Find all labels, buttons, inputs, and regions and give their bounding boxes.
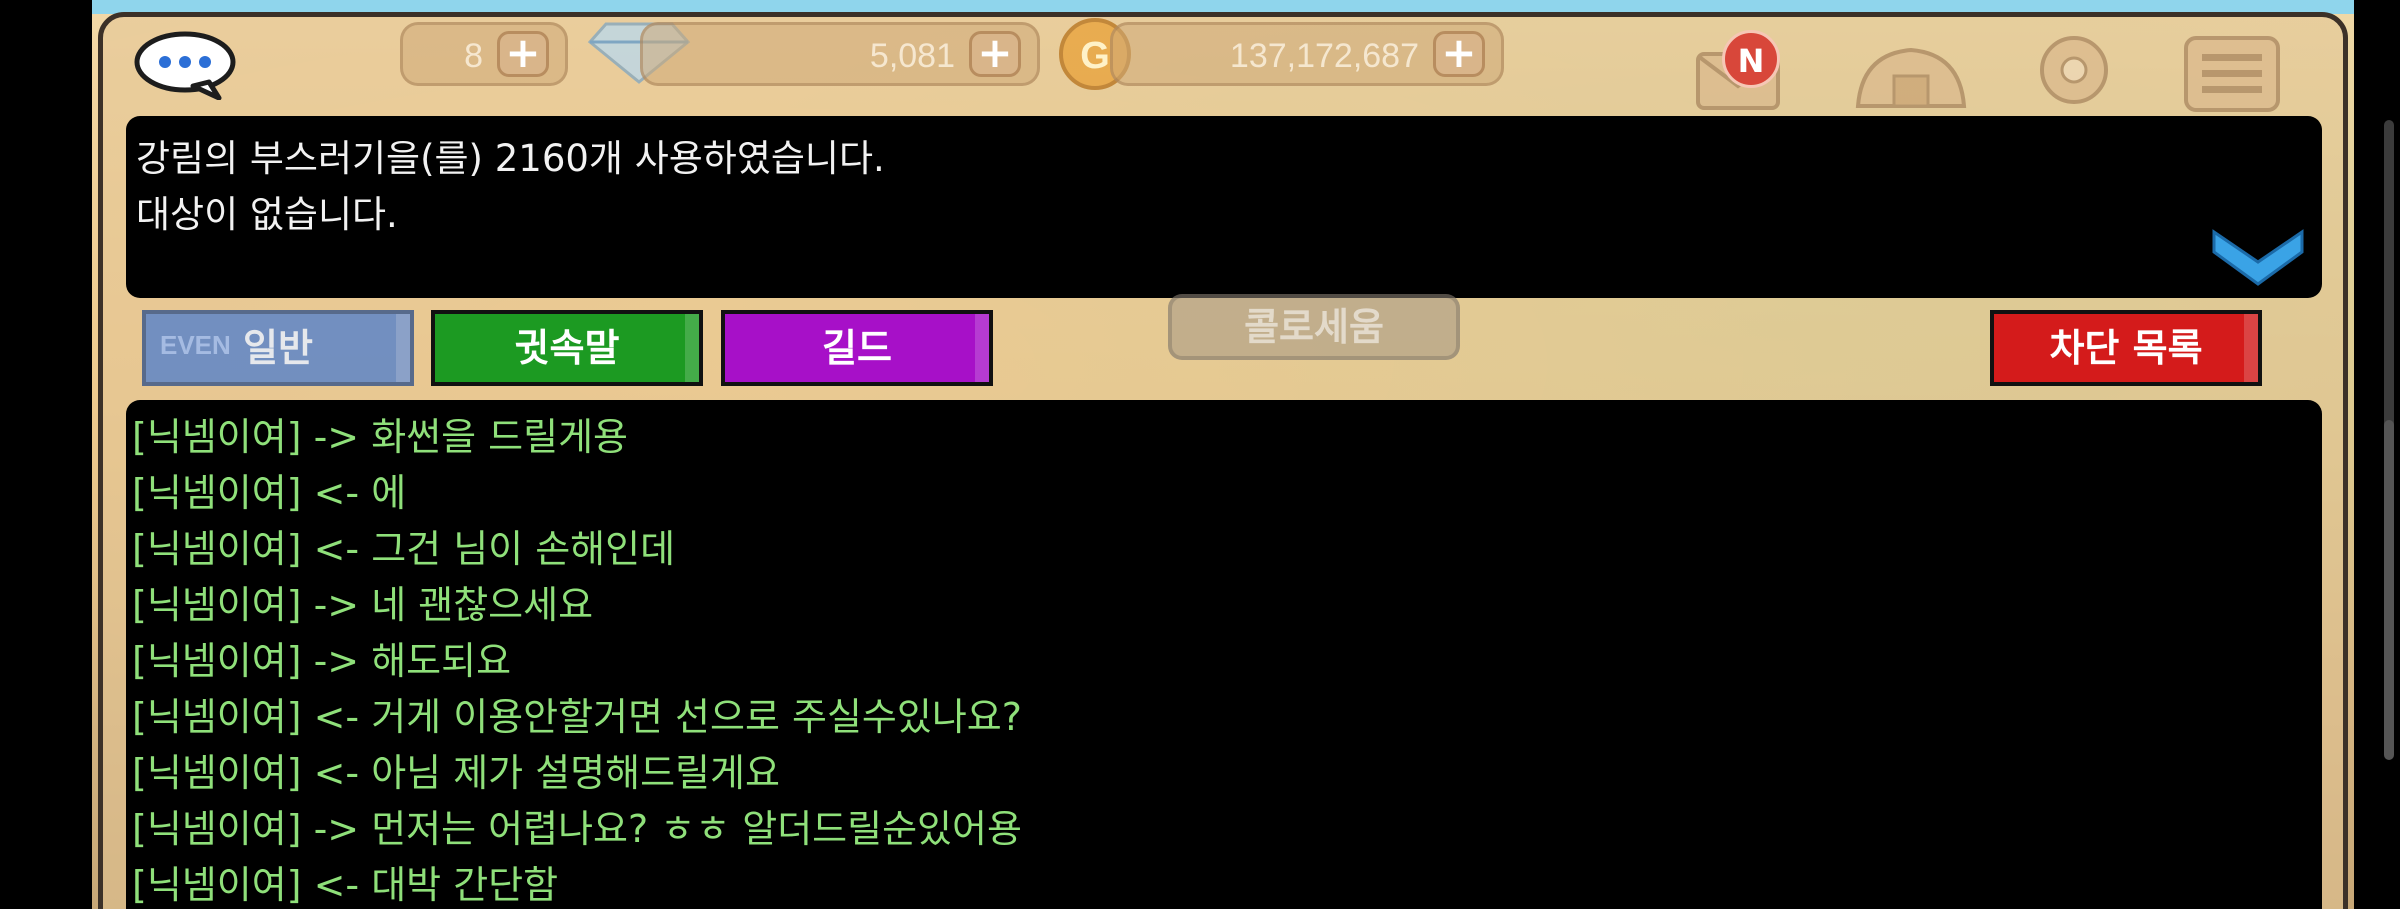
chat-message: [닉넴이여] -> 화썬을 드릴게용 (132, 415, 629, 459)
scrollbar[interactable] (2384, 420, 2394, 760)
add-diamonds-button[interactable]: + (969, 31, 1021, 77)
diamonds-value: 5,081 (869, 37, 955, 75)
coliseum-sign: 콜로세움 (1168, 294, 1460, 360)
block-list-button[interactable]: 차단 목록 (1990, 310, 2262, 386)
tab-highlight (685, 314, 699, 382)
diamonds-counter: 5,081 + (640, 22, 1040, 86)
tab-guild[interactable]: 길드 (721, 310, 993, 386)
tab-guild-label: 길드 (822, 326, 892, 370)
chat-message: [닉넴이여] <- 거게 이용안할거면 선으로 주실수있나요? (132, 695, 1022, 739)
chat-bubble-icon[interactable] (133, 28, 239, 100)
gold-value: 137,172,687 (1229, 37, 1419, 75)
hearts-counter: 8 + (400, 22, 568, 86)
chat-message: [닉넴이여] -> 네 괜찮으세요 (132, 583, 594, 627)
chat-message: [닉넴이여] <- 대박 간단함 (132, 863, 559, 907)
shop-icon[interactable] (1848, 34, 1974, 114)
tab-highlight (975, 314, 989, 382)
system-message-panel: 강림의 부스러기을(를) 2160개 사용하였습니다. 대상이 없습니다. (126, 116, 2322, 298)
block-list-label: 차단 목록 (2049, 326, 2203, 370)
tab-whisper[interactable]: 귓속말 (431, 310, 703, 386)
event-label: EVEN (160, 330, 231, 360)
tab-normal-label: 일반 (243, 326, 313, 370)
hearts-value: 8 (464, 37, 483, 75)
tab-highlight (2244, 314, 2258, 382)
chat-message: [닉넴이여] -> 해도되요 (132, 639, 512, 683)
system-message: 강림의 부스러기을(를) 2160개 사용하였습니다. (136, 137, 885, 180)
chat-message: [닉넴이여] <- 에 (132, 471, 407, 515)
gold-counter: 137,172,687 + (1110, 22, 1504, 86)
menu-icon[interactable] (2180, 34, 2284, 114)
tab-whisper-label: 귓속말 (514, 326, 620, 370)
chat-message: [닉넴이여] <- 아님 제가 설명해드릴게요 (132, 751, 780, 795)
add-hearts-button[interactable]: + (497, 31, 549, 77)
add-gold-button[interactable]: + (1433, 31, 1485, 77)
svg-text:G: G (1080, 35, 1110, 77)
game-screen: 8 + 5,081 + G 137,172,687 + N 강림의 부스러기을(… (0, 0, 2400, 909)
chevron-down-icon[interactable] (2210, 224, 2306, 288)
map-pin-icon[interactable] (2026, 34, 2122, 114)
chat-log[interactable]: [닉넴이여] -> 화썬을 드릴게용 [닉넴이여] <- 에 [닉넴이여] <-… (126, 400, 2322, 909)
chat-message: [닉넴이여] -> 먼저는 어렵나요? ㅎㅎ 알더드릴순있어용 (132, 807, 1022, 851)
chat-message: [닉넴이여] <- 그건 님이 손해인데 (132, 527, 676, 571)
system-message: 대상이 없습니다. (136, 193, 398, 236)
tab-highlight (396, 314, 410, 382)
scrollbar[interactable] (2384, 120, 2394, 450)
mail-badge: N (1722, 30, 1780, 88)
